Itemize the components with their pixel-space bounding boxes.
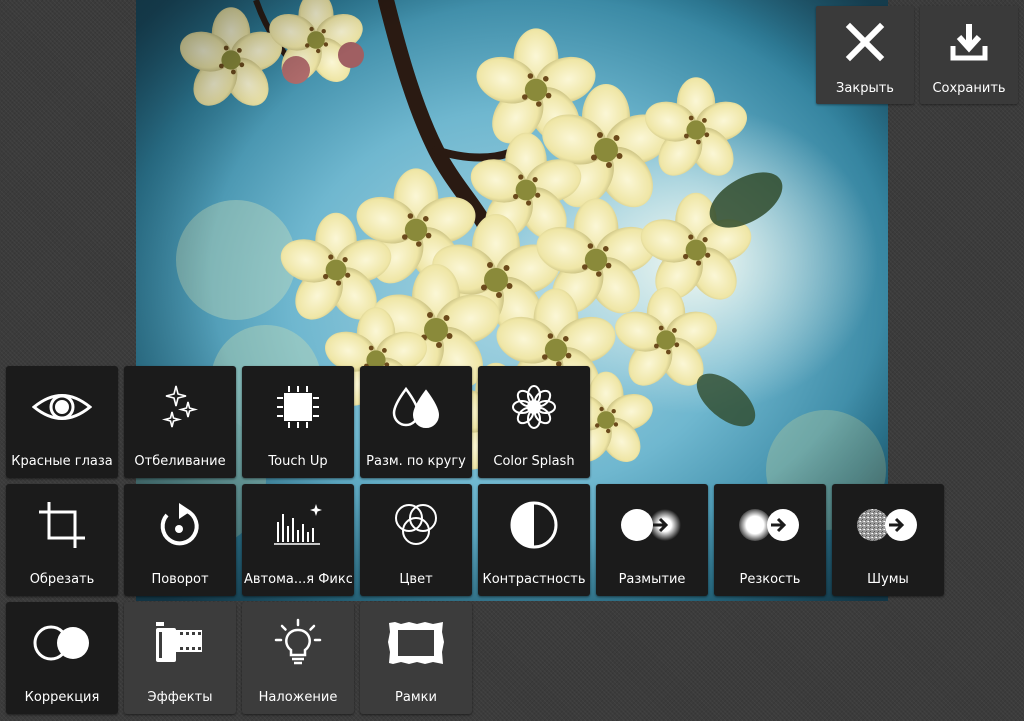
close-button[interactable]: Закрыть — [816, 6, 914, 104]
tool-label: Эффекты — [147, 690, 213, 705]
tool-label: Обрезать — [29, 572, 95, 587]
tool-label: Рамки — [395, 690, 437, 705]
category-frames[interactable]: Рамки — [360, 602, 472, 714]
tool-vignette[interactable]: Разм. по кругу — [360, 366, 472, 478]
tool-crop[interactable]: Обрезать — [6, 484, 118, 596]
save-label: Сохранить — [932, 81, 1006, 96]
tool-rotate[interactable]: Поворот — [124, 484, 236, 596]
tool-label: Размытие — [618, 572, 686, 587]
rotate-icon — [124, 500, 236, 550]
tool-label: Автома...я Фикс. — [244, 572, 352, 587]
download-icon — [920, 20, 1018, 64]
tool-label: Коррекция — [24, 690, 100, 705]
tool-label: Резкость — [739, 572, 801, 587]
tool-label: Цвет — [399, 572, 433, 587]
close-icon — [816, 20, 914, 64]
tool-label: Шумы — [867, 572, 909, 587]
frame-icon — [360, 618, 472, 668]
histogram-icon — [242, 500, 354, 550]
eye-icon — [6, 382, 118, 432]
tool-red-eye[interactable]: Красные глаза — [6, 366, 118, 478]
sharpen-icon — [714, 500, 826, 550]
noise-icon — [832, 500, 944, 550]
save-button[interactable]: Сохранить — [920, 6, 1018, 104]
tool-label: Красные глаза — [11, 454, 113, 469]
adjust-circles-icon — [6, 618, 118, 668]
sparkle-icon — [124, 382, 236, 432]
tool-label: Touch Up — [268, 454, 328, 469]
category-overlay[interactable]: Наложение — [242, 602, 354, 714]
patch-icon — [242, 382, 354, 432]
blur-icon — [596, 500, 708, 550]
film-icon — [124, 618, 236, 668]
color-circles-icon — [360, 500, 472, 550]
tool-label: Контрастность — [482, 572, 586, 587]
crop-icon — [6, 500, 118, 550]
contrast-icon — [478, 500, 590, 550]
tool-label: Color Splash — [493, 454, 575, 469]
tool-color-splash[interactable]: Color Splash — [478, 366, 590, 478]
tool-label: Отбеливание — [134, 454, 226, 469]
tool-touch-up[interactable]: Touch Up — [242, 366, 354, 478]
tool-noise[interactable]: Шумы — [832, 484, 944, 596]
tool-color[interactable]: Цвет — [360, 484, 472, 596]
lightbulb-icon — [242, 618, 354, 668]
flower-icon — [478, 382, 590, 432]
tool-blur[interactable]: Размытие — [596, 484, 708, 596]
tool-whiten[interactable]: Отбеливание — [124, 366, 236, 478]
close-label: Закрыть — [836, 81, 894, 96]
tool-label: Поворот — [151, 572, 209, 587]
tool-contrast[interactable]: Контрастность — [478, 484, 590, 596]
tool-label: Наложение — [258, 690, 338, 705]
drops-icon — [360, 382, 472, 432]
category-effects[interactable]: Эффекты — [124, 602, 236, 714]
tool-label: Разм. по кругу — [366, 454, 466, 469]
tool-auto-fix[interactable]: Автома...я Фикс. — [242, 484, 354, 596]
category-adjust[interactable]: Коррекция — [6, 602, 118, 714]
tool-sharpen[interactable]: Резкость — [714, 484, 826, 596]
